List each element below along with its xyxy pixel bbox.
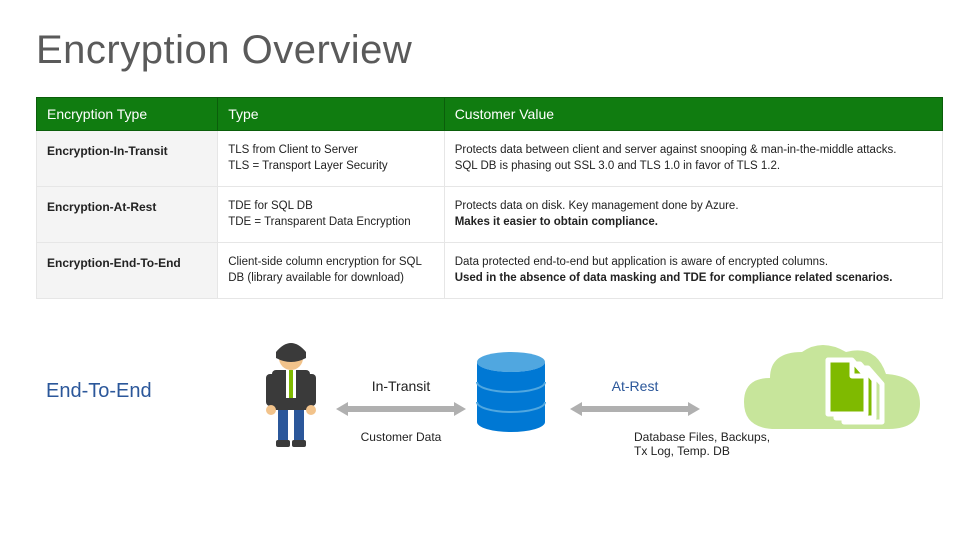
row-label: Encryption-End-To-End xyxy=(37,243,218,299)
database-icon xyxy=(474,350,548,434)
row-label: Encryption-At-Rest xyxy=(37,187,218,243)
label-customer-data: Customer Data xyxy=(336,430,466,444)
table-row: Encryption-End-To-End Client-side column… xyxy=(37,243,943,299)
encryption-table: Encryption Type Type Customer Value Encr… xyxy=(36,97,943,299)
row-type: Client-side column encryption for SQL DB… xyxy=(218,243,445,299)
row-type: TLS from Client to Server TLS = Transpor… xyxy=(218,131,445,187)
label-in-transit: In-Transit xyxy=(336,378,466,394)
table-row: Encryption-At-Rest TDE for SQL DB TDE = … xyxy=(37,187,943,243)
double-arrow-icon xyxy=(336,402,466,416)
header-encryption-type: Encryption Type xyxy=(37,98,218,131)
row-label: Encryption-In-Transit xyxy=(37,131,218,187)
row-value: Protects data between client and server … xyxy=(444,131,942,187)
header-type: Type xyxy=(218,98,445,131)
user-icon xyxy=(256,340,326,450)
row-value: Data protected end-to-end but applicatio… xyxy=(444,243,942,299)
cloud-files-icon xyxy=(736,334,926,454)
diagram: End-To-End In-Transit Customer Data xyxy=(36,330,943,520)
label-end-to-end: End-To-End xyxy=(46,380,152,403)
double-arrow-icon xyxy=(570,402,700,416)
row-value: Protects data on disk. Key management do… xyxy=(444,187,942,243)
page-title: Encryption Overview xyxy=(36,28,943,73)
label-at-rest: At-Rest xyxy=(570,378,700,394)
row-type: TDE for SQL DB TDE = Transparent Data En… xyxy=(218,187,445,243)
header-customer-value: Customer Value xyxy=(444,98,942,131)
table-row: Encryption-In-Transit TLS from Client to… xyxy=(37,131,943,187)
slide: Encryption Overview Encryption Type Type… xyxy=(0,0,979,551)
